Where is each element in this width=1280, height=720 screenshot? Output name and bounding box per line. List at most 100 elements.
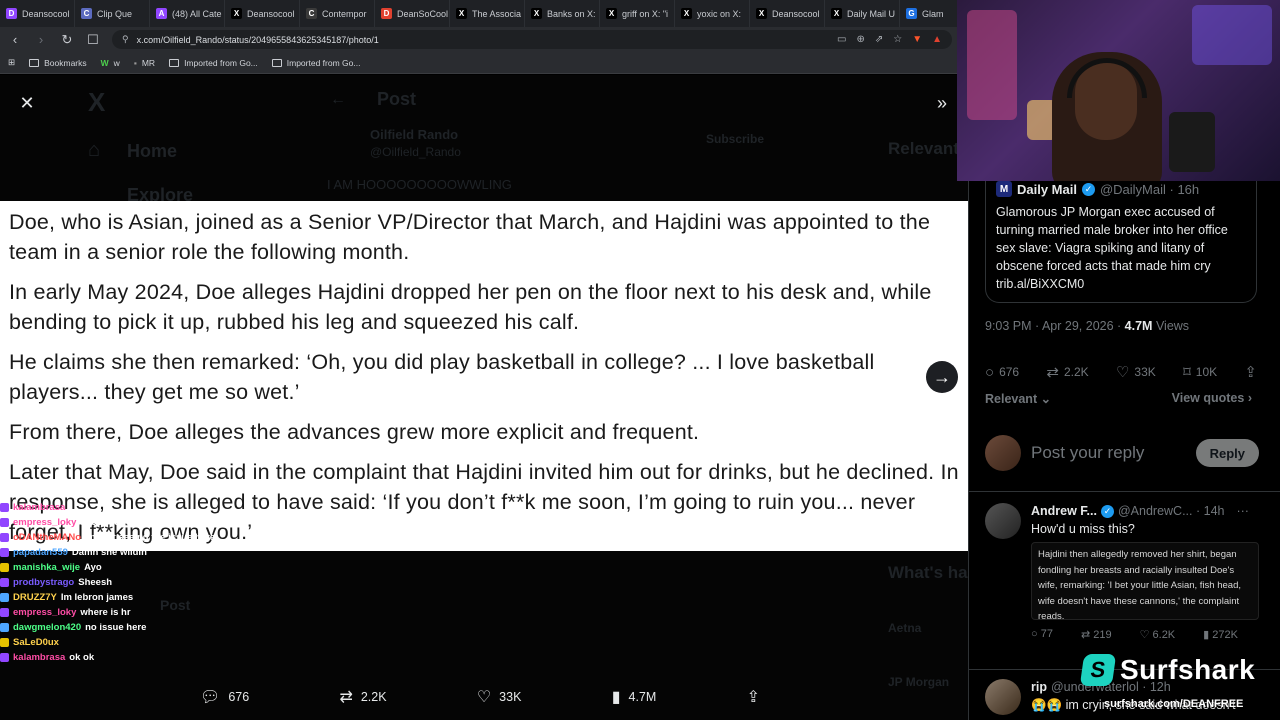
browser-tab[interactable]: D DeanSoCool (375, 0, 450, 27)
chat-badge-icon (0, 503, 9, 512)
chat-message: where is hr (80, 607, 131, 618)
browser-tab[interactable]: X The Associa (450, 0, 525, 27)
reposts-stat[interactable]: ⇄ 2.2K (1046, 363, 1088, 381)
browser-tab[interactable]: D Deansocool (0, 0, 75, 27)
folder-icon (169, 58, 180, 67)
chat-badge-icon (0, 578, 9, 587)
reply-image[interactable]: Hajdini then allegedly removed her shirt… (1031, 542, 1259, 622)
quoted-tweet-header: M Daily Mail ✓ @DailyMail · 16h (996, 181, 1246, 198)
likes-stat[interactable]: ♡ 33K (1116, 363, 1156, 381)
browser-tab[interactable]: C Contempor (300, 0, 375, 27)
bookmark-w[interactable]: Ww (101, 58, 120, 68)
browser-tab[interactable]: X Deansocool (750, 0, 825, 27)
views-chart-icon: ▮ (611, 689, 621, 706)
brave-shield-icon[interactable]: ▼ (912, 34, 922, 45)
screen: D Deansocool C Clip Que A (48) All Cate X Deans… (0, 0, 1280, 720)
reply-likes[interactable]: ♡ 6.2K (1140, 628, 1176, 641)
expand-panel-icon[interactable]: » (930, 91, 954, 115)
tab-favicon-icon: D (6, 8, 17, 19)
bg-author-handle: @Oilfield_Rando (370, 145, 461, 159)
bookmark-bookmarks[interactable]: Bookmarks (29, 58, 87, 68)
chat-badge-icon (0, 623, 9, 632)
chat-line: kalambrasa ok ok (0, 650, 300, 665)
back-arrow-icon: ← (330, 91, 346, 108)
share-icon[interactable]: ⇗ (875, 34, 883, 45)
chat-badge-icon (0, 638, 9, 647)
surfshark-logo-icon: S (1079, 654, 1117, 686)
browser-tab[interactable]: X Deansocool (225, 0, 300, 27)
chat-line: DRUZZ7Y Im lebron james (0, 590, 300, 605)
view-quotes-link[interactable]: View quotes › (1172, 391, 1252, 405)
tweet-timestamp: 9:03 PM · Apr 29, 2026 · 4.7M Views (985, 319, 1190, 333)
cast-icon[interactable]: ▭ (837, 34, 846, 45)
more-icon[interactable]: ··· (1236, 504, 1249, 518)
reply-replies[interactable]: ○ 77 (1031, 628, 1053, 641)
star-icon[interactable]: ☆ (893, 34, 902, 45)
tab-label: Contempor (322, 8, 367, 19)
quoted-tweet[interactable]: M Daily Mail ✓ @DailyMail · 16h Glamorou… (985, 181, 1257, 303)
chat-message: ayooooooo (80, 517, 132, 528)
next-image-button[interactable]: → (926, 361, 958, 393)
tab-favicon-icon: X (531, 8, 542, 19)
reply-reposts[interactable]: ⇄ 219 (1081, 628, 1112, 641)
browser-tab[interactable]: A (48) All Cate (150, 0, 225, 27)
browser-tab[interactable]: G Glam (900, 0, 960, 27)
views-action[interactable]: ▮ 4.7M (612, 687, 657, 707)
browser-tab[interactable]: X Banks on X: (525, 0, 600, 27)
daily-mail-logo-icon: M (996, 181, 1012, 197)
bookmark-imported-1[interactable]: Imported from Go... (169, 58, 258, 68)
site-info-icon[interactable]: ⚲ (122, 34, 129, 45)
chevron-down-icon: ⌄ (1040, 392, 1052, 406)
reply-views[interactable]: ▮ 272K (1203, 628, 1238, 641)
address-bar-row: ‹ › ↻ ☐ ⚲ x.com/Oilfield_Rando/status/20… (0, 27, 960, 52)
heart-icon: ♡ (1115, 364, 1130, 381)
tab-label: The Associa (472, 8, 522, 19)
close-icon[interactable]: ✕ (16, 92, 38, 114)
extension-icon[interactable]: ▲ (932, 34, 942, 45)
zoom-icon[interactable]: ⊕ (856, 34, 864, 45)
reply-input[interactable]: Post your reply (1031, 443, 1186, 463)
url-field[interactable]: ⚲ x.com/Oilfield_Rando/status/2049655843… (112, 30, 952, 49)
webcam-feed (957, 0, 1280, 181)
microphone-icon (1169, 112, 1215, 172)
like-action[interactable]: ♡ 33K (477, 687, 522, 707)
reply-item[interactable]: Andrew F... ✓ @AndrewC... · 14h ··· How'… (985, 503, 1265, 641)
avatar (985, 503, 1021, 539)
bookmark-star-icon[interactable]: ☐ (86, 32, 100, 48)
browser-tab[interactable]: X Daily Mail U (825, 0, 900, 27)
replies-stat[interactable]: ○ 676 (985, 363, 1019, 381)
bg-header-title: Post (377, 89, 417, 109)
browser-tab[interactable]: C Clip Que (75, 0, 150, 27)
share-stat[interactable]: ⇪ (1244, 363, 1257, 381)
verified-badge-icon: ✓ (1100, 504, 1114, 518)
browser-tab[interactable]: Xyoxic on X: (675, 0, 750, 27)
reload-icon[interactable]: ↻ (60, 32, 74, 48)
bg-trend-1: Aetna (888, 621, 922, 635)
chat-username: empress_loky (13, 517, 77, 528)
reply-button[interactable]: Reply (1195, 439, 1259, 467)
share-action[interactable]: ⇪ (747, 687, 760, 707)
url-text: x.com/Oilfield_Rando/status/204965584362… (136, 34, 379, 45)
chat-line: empress_loky ayooooooo (0, 515, 300, 530)
tab-label: (48) All Cate (172, 8, 222, 19)
chat-message: Im lebron james (60, 592, 134, 603)
tab-label: Glam (922, 8, 944, 19)
apps-grid-icon[interactable]: ⊞ (8, 57, 15, 68)
tab-favicon-icon: X (831, 8, 842, 19)
browser-tab[interactable]: Xgriff on X: "i (600, 0, 675, 27)
chat-line: manishka_wije Ayo (0, 560, 300, 575)
bookmark-imported-2[interactable]: Imported from Go... (271, 58, 360, 68)
back-icon[interactable]: ‹ (8, 32, 22, 47)
tab-label: Banks on X: (547, 8, 596, 19)
bookmarks-stat[interactable]: ⌑ 10K (1183, 363, 1217, 381)
bg-trend-2: JP Morgan (888, 675, 950, 689)
repost-action[interactable]: ⇄ 2.2K (339, 687, 386, 707)
sort-relevant-dropdown[interactable]: Relevant ⌄ (985, 391, 1051, 406)
article-paragraph: He claims she then remarked: ‘Oh, you di… (9, 350, 875, 404)
forward-icon[interactable]: › (34, 32, 48, 47)
tweet-side-panel: M Daily Mail ✓ @DailyMail · 16h Glamorou… (968, 181, 1280, 720)
neon-decor (967, 10, 1017, 120)
tab-favicon-icon: C (81, 8, 92, 19)
sponsor-url: surfshark.com/DEANFREE (1104, 698, 1244, 710)
bookmark-mr[interactable]: ▪ MR (134, 58, 155, 68)
